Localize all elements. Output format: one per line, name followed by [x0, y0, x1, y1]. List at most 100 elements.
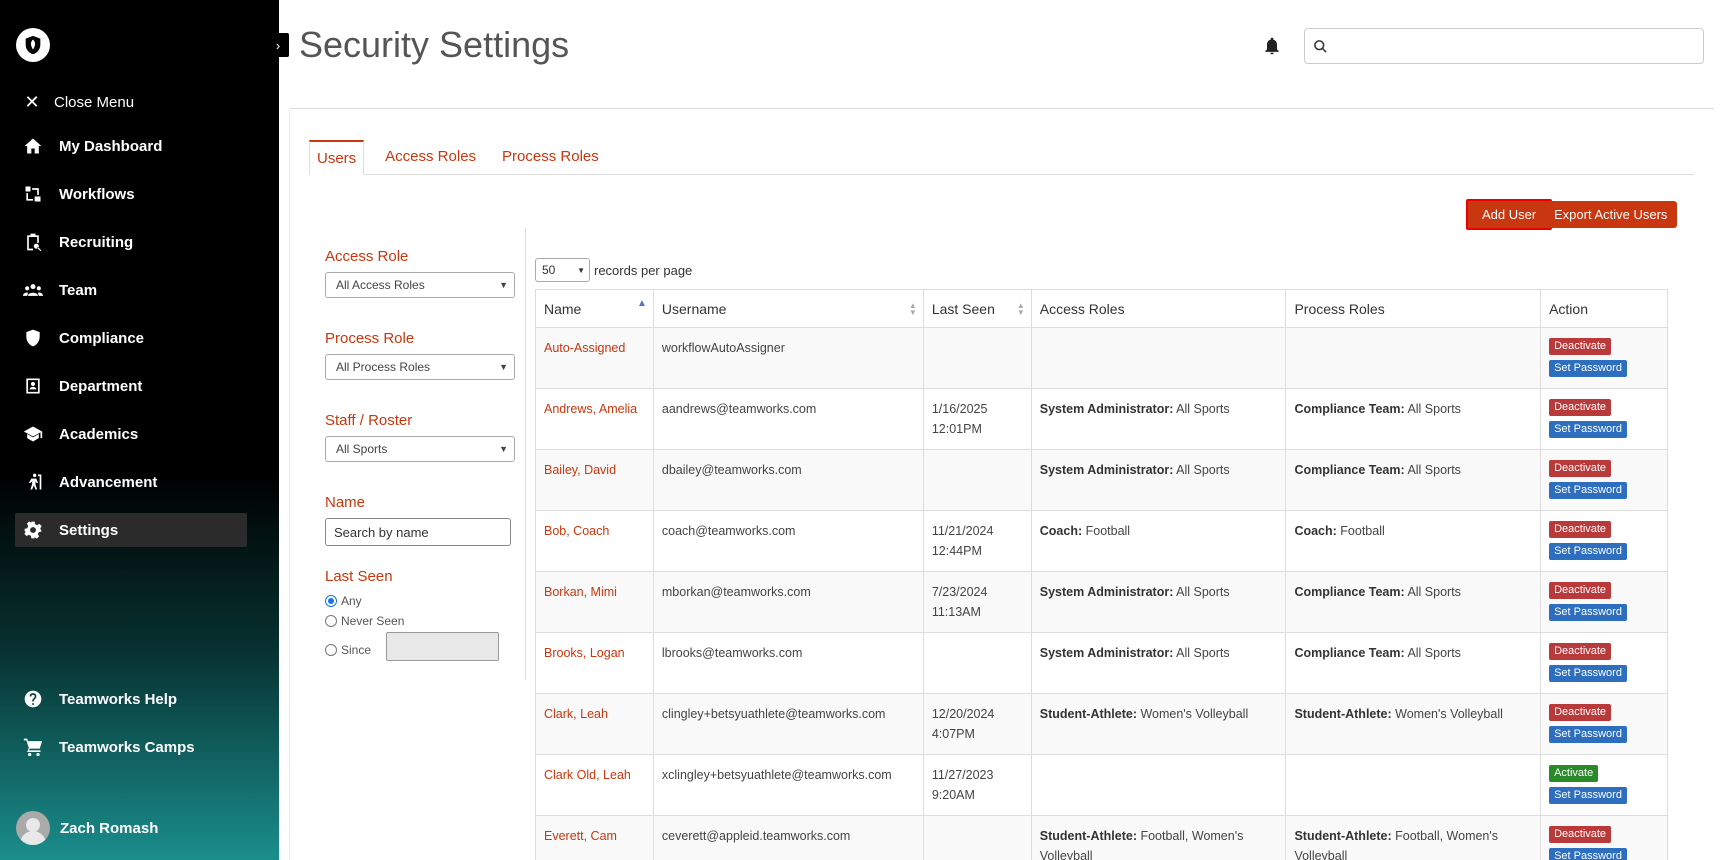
- process-role-name: Student-Athlete:: [1294, 707, 1392, 721]
- header-name[interactable]: Name ▲: [535, 289, 654, 328]
- radio-any[interactable]: [325, 595, 337, 607]
- user-name-link[interactable]: Everett, Cam: [544, 829, 617, 843]
- header-last-seen[interactable]: Last Seen ▲ ▼: [922, 289, 1032, 328]
- sidebar-item-camps[interactable]: Teamworks Camps: [15, 730, 247, 764]
- cell-process-roles: Coach: Football: [1285, 510, 1542, 572]
- radio-since[interactable]: [325, 644, 337, 656]
- name-filter-label: Name: [325, 494, 366, 511]
- deactivate-button[interactable]: Deactivate: [1549, 521, 1612, 538]
- cell-last-seen: 1/16/2025 12:01PM: [922, 388, 1032, 450]
- set-password-button[interactable]: Set Password: [1549, 665, 1627, 682]
- access-role-name: Student-Athlete:: [1039, 707, 1137, 721]
- tab-process-roles[interactable]: Process Roles: [495, 140, 606, 175]
- set-password-button[interactable]: Set Password: [1549, 726, 1627, 743]
- sidebar-toggle-button[interactable]: ›: [267, 33, 289, 57]
- cell-last-seen: 11/21/2024 12:44PM: [922, 510, 1032, 572]
- sidebar-item-academics[interactable]: Academics: [15, 417, 247, 451]
- sidebar-item-compliance[interactable]: Compliance: [15, 321, 247, 355]
- user-name-link[interactable]: Clark, Leah: [544, 707, 608, 721]
- header-access-roles: Access Roles: [1030, 289, 1287, 328]
- cell-last-seen: [922, 815, 1032, 860]
- table-header-row: Name ▲ Username ▲ ▼ Last Seen ▲ ▼ Access Role…: [535, 289, 1668, 328]
- access-role-value: All Access Roles: [336, 278, 425, 292]
- last-seen-never-option[interactable]: Never Seen: [325, 614, 404, 628]
- access-role-select[interactable]: All Access Roles ▼: [325, 272, 515, 298]
- header-username[interactable]: Username ▲ ▼: [652, 289, 924, 328]
- cell-access-roles: Coach: Football: [1030, 510, 1287, 572]
- global-search[interactable]: [1304, 28, 1704, 64]
- cell-action: Deactivate Set Password: [1540, 388, 1668, 450]
- close-menu-button[interactable]: ✕ Close Menu: [22, 92, 134, 113]
- last-seen-label: Last Seen: [325, 568, 393, 585]
- user-name-link[interactable]: Bailey, David: [544, 463, 616, 477]
- deactivate-button[interactable]: Deactivate: [1549, 643, 1612, 660]
- access-role-name: System Administrator:: [1039, 646, 1174, 660]
- sidebar-item-advancement[interactable]: Advancement: [15, 465, 247, 499]
- access-role-scope: All Sports: [1173, 402, 1230, 416]
- header-action: Action: [1540, 289, 1668, 328]
- user-name-link[interactable]: Andrews, Amelia: [544, 402, 637, 416]
- sidebar-item-settings[interactable]: Settings: [15, 513, 247, 547]
- last-seen-date: 11/21/2024: [931, 524, 994, 538]
- records-per-page-select[interactable]: 50 ▼: [535, 258, 590, 282]
- search-input[interactable]: [1334, 31, 1703, 61]
- deactivate-button[interactable]: Deactivate: [1549, 826, 1612, 843]
- chevron-down-icon: ▼: [577, 265, 585, 275]
- deactivate-button[interactable]: Deactivate: [1549, 704, 1612, 721]
- since-date-input[interactable]: [386, 632, 499, 661]
- name-search-input[interactable]: Search by name: [325, 518, 511, 546]
- filter-divider: [525, 228, 526, 680]
- set-password-button[interactable]: Set Password: [1549, 604, 1627, 621]
- radio-never-seen[interactable]: [325, 615, 337, 627]
- sidebar: ✕ Close Menu My Dashboard Workflows Recr…: [0, 0, 279, 860]
- teamworks-logo[interactable]: [16, 28, 50, 62]
- sidebar-item-label: Department: [59, 377, 143, 395]
- set-password-button[interactable]: Set Password: [1549, 848, 1627, 860]
- deactivate-button[interactable]: Deactivate: [1549, 399, 1612, 416]
- set-password-button[interactable]: Set Password: [1549, 543, 1627, 560]
- deactivate-button[interactable]: Deactivate: [1549, 582, 1612, 599]
- access-role-scope: Women's Volleyball: [1136, 707, 1249, 721]
- staff-roster-select[interactable]: All Sports ▼: [325, 436, 515, 462]
- set-password-button[interactable]: Set Password: [1549, 787, 1627, 804]
- last-seen-any-option[interactable]: Any: [325, 594, 362, 608]
- table-row: Andrews, Amelia aandrews@teamworks.com 1/1…: [535, 388, 1668, 450]
- user-name-link[interactable]: Brooks, Logan: [544, 646, 625, 660]
- set-password-button[interactable]: Set Password: [1549, 421, 1627, 438]
- cell-process-roles: Compliance Team: All Sports: [1285, 632, 1542, 694]
- sidebar-item-department[interactable]: Department: [15, 369, 247, 403]
- export-active-users-button[interactable]: Export Active Users: [1544, 201, 1678, 228]
- sidebar-item-help[interactable]: Teamworks Help: [15, 682, 247, 716]
- access-role-scope: All Sports: [1173, 463, 1230, 477]
- sidebar-item-label: Workflows: [59, 185, 135, 203]
- tab-access-roles[interactable]: Access Roles: [378, 140, 483, 175]
- bell-icon[interactable]: [1262, 36, 1282, 56]
- cell-username: workflowAutoAssigner: [652, 327, 924, 389]
- process-role-select[interactable]: All Process Roles ▼: [325, 354, 515, 380]
- tab-users[interactable]: Users: [309, 140, 365, 175]
- chevron-down-icon: ▼: [499, 444, 508, 454]
- cell-process-roles: Compliance Team: All Sports: [1285, 449, 1542, 511]
- sidebar-item-my-dashboard[interactable]: My Dashboard: [15, 129, 247, 163]
- cell-username: clingley+betsyuathlete@teamworks.com: [652, 693, 924, 755]
- user-name-link[interactable]: Borkan, Mimi: [544, 585, 617, 599]
- last-seen-since-option[interactable]: Since: [325, 643, 371, 657]
- activate-button[interactable]: Activate: [1549, 765, 1599, 782]
- set-password-button[interactable]: Set Password: [1549, 482, 1627, 499]
- people-icon: [23, 284, 43, 296]
- deactivate-button[interactable]: Deactivate: [1549, 338, 1612, 355]
- user-profile[interactable]: Zach Romash: [16, 811, 158, 845]
- sidebar-item-team[interactable]: Team: [15, 273, 247, 307]
- user-name-link[interactable]: Bob, Coach: [544, 524, 609, 538]
- user-name-link[interactable]: Clark Old, Leah: [544, 768, 631, 782]
- records-per-page-label: records per page: [594, 262, 693, 278]
- user-name-link[interactable]: Auto-Assigned: [544, 341, 625, 355]
- set-password-button[interactable]: Set Password: [1549, 360, 1627, 377]
- sidebar-item-workflows[interactable]: Workflows: [15, 177, 247, 211]
- deactivate-button[interactable]: Deactivate: [1549, 460, 1612, 477]
- cell-last-seen: 11/27/2023 9:20AM: [922, 754, 1032, 816]
- sidebar-item-recruiting[interactable]: Recruiting: [15, 225, 247, 259]
- add-user-button[interactable]: Add User: [1466, 199, 1553, 230]
- cell-access-roles: Student-Athlete: Football, Women's Volle…: [1030, 815, 1287, 860]
- gear-icon: [24, 521, 42, 539]
